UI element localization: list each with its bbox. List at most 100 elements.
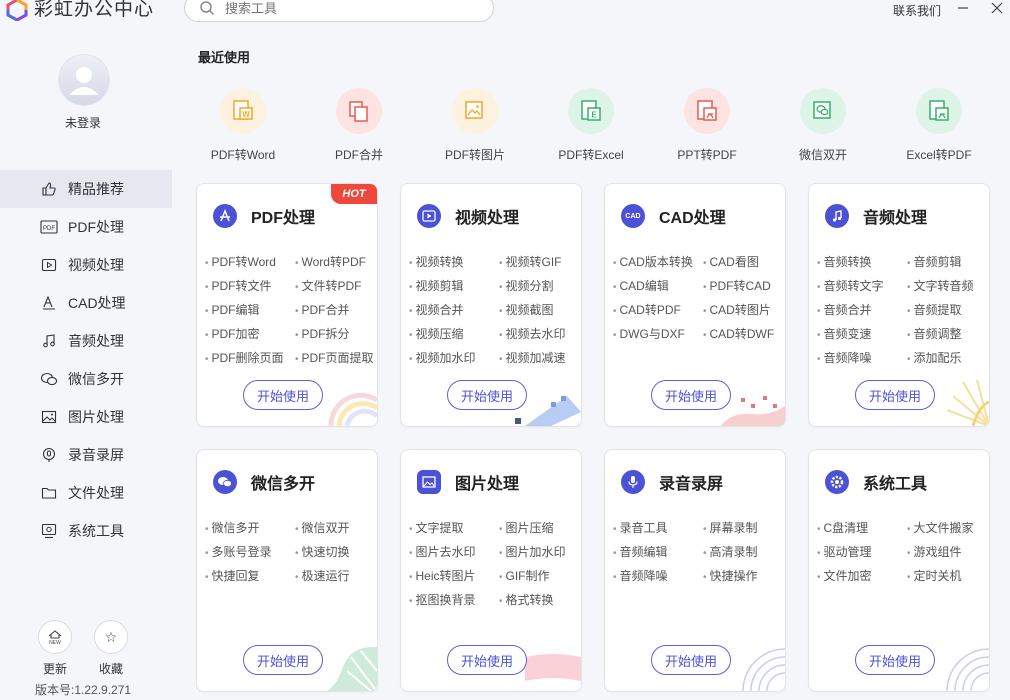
start-button[interactable]: 开始使用 — [855, 645, 935, 675]
feature-item[interactable]: 音频调整 — [907, 326, 989, 344]
feature-item[interactable]: Word转PDF — [295, 254, 377, 272]
feature-item[interactable]: 图片去水印 — [409, 544, 499, 562]
feature-item[interactable]: 音频降噪 — [613, 568, 703, 586]
feature-item[interactable]: 音频提取 — [907, 302, 989, 320]
feature-item[interactable]: 驱动管理 — [817, 544, 907, 562]
start-button[interactable]: 开始使用 — [855, 380, 935, 410]
feature-item[interactable]: 音频变速 — [817, 326, 907, 344]
feature-item[interactable]: DWG与DXF — [613, 326, 703, 344]
search-bar[interactable] — [184, 0, 494, 22]
close-button[interactable] — [988, 0, 1006, 18]
feature-item[interactable]: 音频降噪 — [817, 350, 907, 368]
feature-item[interactable]: 音频转换 — [817, 254, 907, 272]
feature-item[interactable]: GIF制作 — [499, 568, 581, 586]
feature-list: C盘清理 大文件搬家 驱动管理 游戏组件 文件加密 定时关机 — [817, 520, 989, 586]
recent-item-pdf-to-word[interactable]: W PDF转Word — [193, 88, 293, 163]
feature-item[interactable]: 视频压缩 — [409, 326, 499, 344]
feature-item[interactable]: 视频合并 — [409, 302, 499, 320]
feature-item[interactable]: 游戏组件 — [907, 544, 989, 562]
recent-item-wechat-dual[interactable]: 微信双开 — [773, 88, 873, 163]
feature-item[interactable]: 文件转PDF — [295, 278, 377, 296]
feature-item[interactable]: 音频转文字 — [817, 278, 907, 296]
feature-item[interactable]: 音频编辑 — [613, 544, 703, 562]
feature-item[interactable]: 视频转GIF — [499, 254, 581, 272]
feature-item[interactable]: CAD转PDF — [613, 302, 703, 320]
feature-item[interactable]: 图片加水印 — [499, 544, 581, 562]
feature-item[interactable]: PDF删除页面 — [205, 350, 295, 368]
login-status[interactable]: 未登录 — [0, 114, 166, 131]
feature-item[interactable]: 抠图换背景 — [409, 592, 499, 610]
feature-item[interactable]: 文字提取 — [409, 520, 499, 538]
feature-item[interactable]: CAD看图 — [703, 254, 785, 272]
update-button[interactable]: NEW 更新 — [38, 620, 72, 677]
feature-item[interactable]: 多账号登录 — [205, 544, 295, 562]
feature-item[interactable]: PDF合并 — [295, 302, 377, 320]
avatar[interactable] — [58, 54, 110, 106]
feature-item[interactable]: 录音工具 — [613, 520, 703, 538]
feature-item[interactable]: PDF拆分 — [295, 326, 377, 344]
feature-item[interactable]: 微信多开 — [205, 520, 295, 538]
feature-item[interactable]: C盘清理 — [817, 520, 907, 538]
sidebar-item-video[interactable]: 视频处理 — [0, 246, 172, 284]
search-input[interactable] — [223, 0, 457, 17]
feature-item[interactable]: 视频截图 — [499, 302, 581, 320]
feature-item[interactable]: 视频剪辑 — [409, 278, 499, 296]
feature-item[interactable]: 定时关机 — [907, 568, 989, 586]
feature-item[interactable]: PDF转Word — [205, 254, 295, 272]
feature-item[interactable]: CAD转DWF — [703, 326, 785, 344]
feature-item[interactable]: 音频剪辑 — [907, 254, 989, 272]
recent-item-pdf-to-excel[interactable]: E PDF转Excel — [541, 88, 641, 163]
feature-item[interactable]: 视频分割 — [499, 278, 581, 296]
feature-item[interactable]: 音频合并 — [817, 302, 907, 320]
sidebar-item-file[interactable]: 文件处理 — [0, 474, 172, 512]
sidebar-item-image[interactable]: 图片处理 — [0, 398, 172, 436]
feature-item[interactable]: 格式转换 — [499, 592, 581, 610]
feature-item[interactable]: 图片压缩 — [499, 520, 581, 538]
feature-item[interactable]: 视频转换 — [409, 254, 499, 272]
feature-item[interactable]: PDF加密 — [205, 326, 295, 344]
start-button[interactable]: 开始使用 — [447, 380, 527, 410]
sidebar-item-wechat[interactable]: 微信多开 — [0, 360, 172, 398]
sidebar-item-pdf[interactable]: PDF PDF处理 — [0, 208, 172, 246]
recent-item-pdf-merge[interactable]: PDF合并 — [309, 88, 409, 163]
start-button[interactable]: 开始使用 — [243, 645, 323, 675]
feature-item[interactable]: Heic转图片 — [409, 568, 499, 586]
feature-item[interactable]: 文件加密 — [817, 568, 907, 586]
feature-item[interactable]: 快捷回复 — [205, 568, 295, 586]
recent-label: PPT转PDF — [677, 148, 737, 162]
feature-item[interactable]: 视频加水印 — [409, 350, 499, 368]
feature-item[interactable]: 高清录制 — [703, 544, 785, 562]
sidebar-item-audio[interactable]: 音频处理 — [0, 322, 172, 360]
feature-item[interactable]: PDF编辑 — [205, 302, 295, 320]
feature-item[interactable]: CAD版本转换 — [613, 254, 703, 272]
sidebar-item-recommended[interactable]: 精品推荐 — [0, 170, 172, 208]
contact-us-link[interactable]: 联系我们 — [893, 2, 941, 19]
feature-item[interactable]: 视频加减速 — [499, 350, 581, 368]
recent-item-ppt-to-pdf[interactable]: PPT转PDF — [657, 88, 757, 163]
feature-item[interactable]: 极速运行 — [295, 568, 377, 586]
feature-item[interactable]: 文字转音频 — [907, 278, 989, 296]
feature-item[interactable]: CAD编辑 — [613, 278, 703, 296]
start-button[interactable]: 开始使用 — [651, 380, 731, 410]
start-button[interactable]: 开始使用 — [243, 380, 323, 410]
feature-item[interactable]: CAD转图片 — [703, 302, 785, 320]
sidebar-item-record[interactable]: 录音录屏 — [0, 436, 172, 474]
recent-item-pdf-to-image[interactable]: PDF转图片 — [425, 88, 525, 163]
feature-item[interactable]: 快速切换 — [295, 544, 377, 562]
feature-item[interactable]: PDF页面提取 — [295, 350, 377, 368]
feature-item[interactable]: 快捷操作 — [703, 568, 785, 586]
feature-item[interactable]: 屏幕录制 — [703, 520, 785, 538]
sidebar-item-system[interactable]: 系统工具 — [0, 512, 172, 550]
feature-item[interactable]: 添加配乐 — [907, 350, 989, 368]
feature-item[interactable]: PDF转CAD — [703, 278, 785, 296]
feature-item[interactable]: 大文件搬家 — [907, 520, 989, 538]
feature-item[interactable]: 视频去水印 — [499, 326, 581, 344]
recent-item-excel-to-pdf[interactable]: Excel转PDF — [889, 88, 989, 163]
feature-item[interactable]: 微信双开 — [295, 520, 377, 538]
sidebar-item-cad[interactable]: CAD处理 — [0, 284, 172, 322]
start-button[interactable]: 开始使用 — [651, 645, 731, 675]
feature-item[interactable]: PDF转文件 — [205, 278, 295, 296]
start-button[interactable]: 开始使用 — [447, 645, 527, 675]
minimize-button[interactable] — [954, 0, 972, 18]
favorite-button[interactable]: ☆ 收藏 — [94, 620, 128, 677]
